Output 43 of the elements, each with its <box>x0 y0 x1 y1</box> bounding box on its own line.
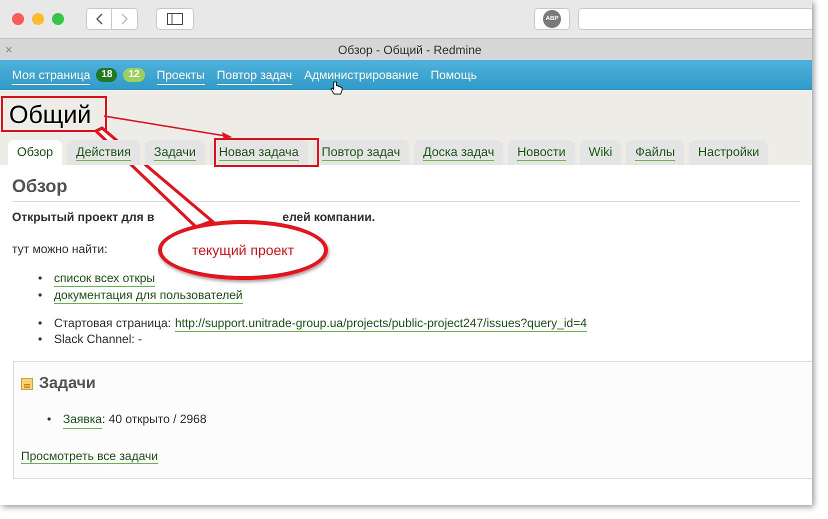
project-tab[interactable]: Настройки <box>688 140 768 165</box>
maximize-window-icon[interactable] <box>52 13 64 25</box>
homepage-link[interactable]: http://support.unitrade-group.ua/projects/public-project247/issues?query_id=4 <box>174 316 587 332</box>
project-tab[interactable]: Wiki <box>580 140 622 165</box>
sidebar-icon <box>167 13 183 25</box>
view-all-issues-link[interactable]: Просмотреть все задачи <box>21 449 158 464</box>
project-tab[interactable]: Файлы <box>626 140 684 165</box>
count-badge: 18 <box>96 68 118 82</box>
browser-tab-title[interactable]: Обзор - Общий - Redmine <box>338 40 482 58</box>
list-bullet: • <box>47 411 52 428</box>
sidebar-button[interactable] <box>156 8 194 30</box>
minimize-window-icon[interactable] <box>32 13 44 25</box>
wiki-link[interactable]: список всех откры <box>54 270 156 287</box>
callout-text: текущий проект <box>192 240 294 260</box>
chevron-right-icon <box>120 13 128 25</box>
count-badge: 12 <box>123 68 145 82</box>
issues-icon <box>21 378 33 390</box>
project-title: Общий <box>9 102 92 128</box>
wiki-link[interactable]: документация для пользователей <box>54 287 243 304</box>
info-label: Стартовая страница: <box>54 316 171 332</box>
issue-count: : 40 открыто / 2968 <box>102 411 207 428</box>
chevron-left-icon <box>95 13 103 25</box>
info-text: Slack Channel: - <box>54 332 142 347</box>
project-tab[interactable]: Задачи <box>144 140 205 165</box>
list-bullet: • <box>38 270 44 287</box>
tracker-link[interactable]: Заявка <box>63 410 102 429</box>
project-description: елей компании. <box>282 209 376 226</box>
project-tab[interactable]: Действия <box>67 140 140 165</box>
project-tab[interactable]: Обзор <box>8 140 62 165</box>
intro-text: тут можно найти: <box>12 241 108 258</box>
project-tab[interactable]: Новая задача <box>210 140 308 165</box>
list-bullet: • <box>38 332 44 347</box>
back-button[interactable] <box>86 8 112 30</box>
project-tab[interactable]: Новости <box>508 140 575 165</box>
project-tab[interactable]: Доска задач <box>414 140 504 165</box>
list-bullet: • <box>38 316 44 332</box>
panel-heading: Задачи <box>39 374 96 394</box>
address-field[interactable] <box>578 8 812 30</box>
close-window-icon[interactable] <box>12 13 24 25</box>
project-description: Открытый проект для в <box>12 209 154 226</box>
list-bullet: • <box>38 287 44 304</box>
project-tab[interactable]: Повтор задач <box>312 140 410 165</box>
hand-cursor-icon <box>330 81 344 96</box>
